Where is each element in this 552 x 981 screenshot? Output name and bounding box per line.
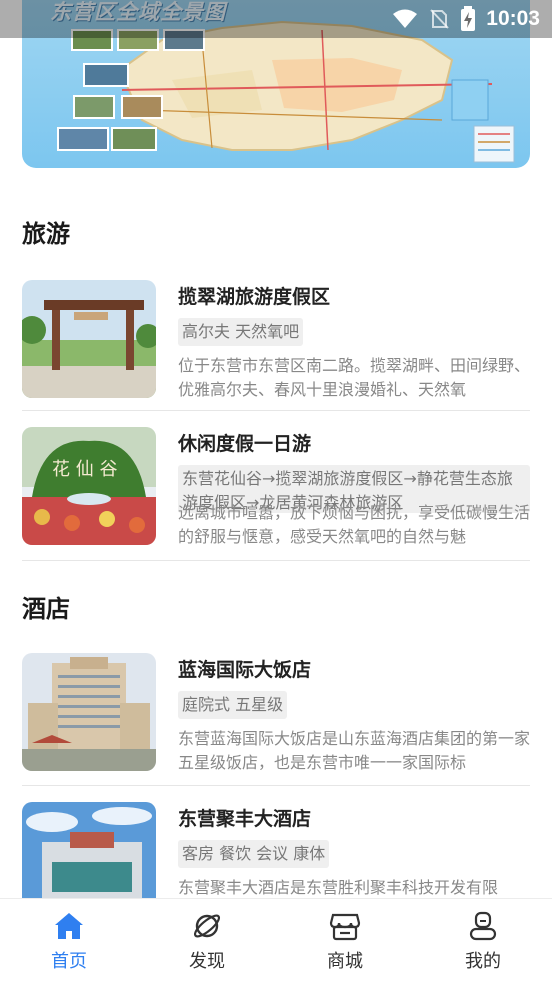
nav-label: 首页	[51, 951, 87, 972]
item-tags: 高尔夫 天然氧吧	[178, 318, 304, 346]
planet-icon	[193, 914, 221, 938]
list-item[interactable]: 揽翠湖旅游度假区 高尔夫 天然氧吧 位于东营市东营区南二路。揽翠湖畔、田间绿野、…	[22, 280, 530, 400]
home-icon	[55, 913, 83, 939]
profile-icon	[469, 911, 497, 941]
status-bar: 10:03	[0, 0, 552, 38]
nav-label: 我的	[465, 951, 501, 972]
divider	[22, 410, 530, 411]
item-name: 休闲度假一日游	[178, 433, 312, 455]
divider	[22, 785, 530, 786]
nav-home[interactable]: 首页	[0, 899, 138, 981]
list-item[interactable]: 花 仙 谷 休闲度假一日游 东营花仙谷→揽翠湖旅游度假区→静花营生态旅游度假区→…	[22, 427, 530, 547]
status-time: 10:03	[486, 7, 540, 30]
bottom-nav: 首页 发现 商城 我的	[0, 898, 552, 981]
list-item[interactable]: 蓝海国际大饭店 庭院式 五星级 东营蓝海国际大饭店是山东蓝海酒店集团的第一家五星…	[22, 653, 530, 773]
nav-discover[interactable]: 发现	[138, 899, 276, 981]
item-name: 揽翠湖旅游度假区	[178, 286, 331, 308]
item-thumbnail	[22, 280, 156, 398]
wifi-icon	[393, 9, 418, 28]
item-description: 东营聚丰大酒店是东营胜利聚丰科技开发有限	[178, 878, 499, 897]
item-name: 蓝海国际大饭店	[178, 659, 312, 681]
section-title-hotel: 酒店	[22, 589, 76, 626]
store-icon	[329, 913, 361, 941]
item-description: 东营蓝海国际大饭店是山东蓝海酒店集团的第一家五星级饭店，也是东营市唯一一家国际标	[178, 729, 530, 772]
item-description: 位于东营市东营区南二路。揽翠湖畔、田间绿野、优雅高尔夫、春风十里浪漫婚礼、天然氧	[178, 356, 530, 399]
section-title-travel: 旅游	[22, 214, 76, 251]
item-tags: 客房 餐饮 会议 康体	[178, 840, 330, 868]
app-screen: 东营区全域全景图 10:03 旅游 揽翠湖旅游度假区 高尔夫 天然氧吧 位于东营…	[0, 0, 552, 981]
no-sim-icon	[430, 9, 450, 29]
battery-charging-icon	[461, 6, 476, 31]
nav-label: 发现	[189, 951, 225, 972]
item-tags: 庭院式 五星级	[178, 691, 288, 719]
section-title-text: 旅游	[22, 220, 70, 248]
item-thumbnail: 花 仙 谷	[22, 427, 156, 545]
item-description: 远离城市喧嚣，放下烦恼与困扰，享受低碳慢生活的舒服与惬意，感受天然氧吧的自然与魅	[178, 503, 530, 546]
section-title-text: 酒店	[22, 595, 70, 623]
svg-text:花 仙 谷: 花 仙 谷	[52, 459, 117, 480]
nav-store[interactable]: 商城	[276, 899, 414, 981]
item-name: 东营聚丰大酒店	[178, 808, 312, 830]
nav-profile[interactable]: 我的	[414, 899, 552, 981]
divider	[22, 560, 530, 561]
nav-label: 商城	[327, 951, 363, 972]
item-thumbnail	[22, 653, 156, 771]
